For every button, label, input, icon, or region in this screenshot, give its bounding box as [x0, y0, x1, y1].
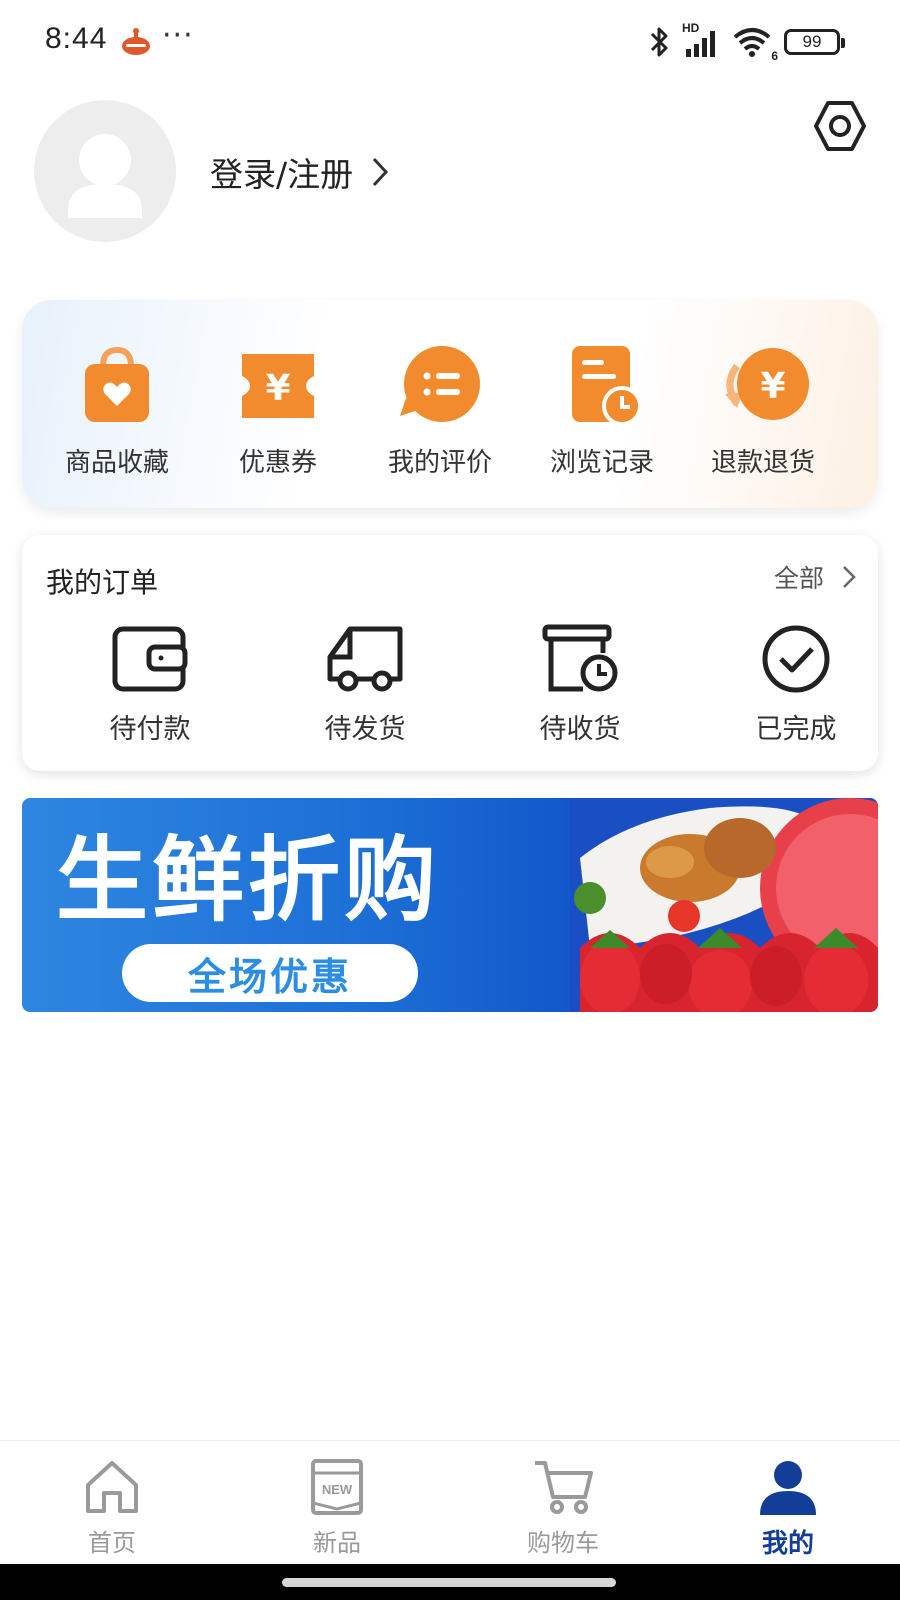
order-status-label: 待发货 — [324, 714, 406, 745]
svg-text:¥: ¥ — [265, 368, 290, 409]
status-more-icon: ··· — [162, 18, 194, 53]
settings-gear-icon[interactable] — [812, 98, 868, 154]
orders-view-all-label: 全部 — [773, 564, 824, 593]
home-icon — [86, 1461, 138, 1513]
order-status-to-ship[interactable]: 待发货 — [275, 623, 455, 746]
cart-icon — [535, 1461, 593, 1514]
battery-icon: 99 — [784, 29, 845, 55]
order-status-completed[interactable]: 已完成 — [706, 623, 886, 746]
banner-cta-button[interactable]: 全场优惠 — [122, 944, 418, 1002]
order-status-pending-payment[interactable]: 待付款 — [60, 623, 240, 746]
quick-action-reviews[interactable]: 我的评价 — [360, 336, 520, 479]
nav-tab-label: 我的 — [761, 1529, 814, 1559]
refund-coin-icon: ¥ — [725, 348, 809, 420]
nav-tab-home[interactable]: 首页 — [37, 1459, 187, 1558]
truck-icon — [327, 626, 403, 692]
order-status-to-receive[interactable]: 待收货 — [490, 623, 670, 746]
quick-action-history[interactable]: 浏览记录 — [522, 336, 682, 479]
quick-action-refunds[interactable]: ¥ 退款退货 — [683, 336, 843, 479]
history-doc-icon — [572, 346, 642, 426]
system-gesture-bar — [0, 1564, 900, 1600]
wifi-badge: 6 — [771, 49, 778, 63]
avatar-placeholder-icon — [68, 134, 142, 218]
quick-action-label: 商品收藏 — [64, 448, 169, 478]
quick-actions-card: 商品收藏 ¥ 优惠券 我的评价 浏览记录 ¥ 退款退货 — [22, 300, 878, 508]
orders-view-all-link[interactable]: 全部 — [774, 559, 856, 595]
promo-banner[interactable]: 生鲜折购 全场优惠 — [22, 798, 878, 1012]
battery-level: 99 — [802, 32, 822, 51]
status-indicators: HD 6 99 — [646, 21, 845, 63]
login-register-link[interactable]: 登录/注册 — [210, 148, 389, 196]
chevron-right-icon — [373, 157, 389, 187]
avatar[interactable] — [34, 100, 176, 242]
nav-tab-mine[interactable]: 我的 — [713, 1459, 863, 1560]
my-orders-card: 我的订单 全部 待付款 待发货 待收货 已完成 — [22, 535, 878, 771]
status-time: 8:44 — [45, 22, 108, 55]
home-gesture-handle[interactable] — [282, 1578, 616, 1587]
quick-action-label: 优惠券 — [238, 448, 317, 478]
login-register-label: 登录/注册 — [210, 155, 354, 194]
order-status-label: 待收货 — [539, 714, 621, 745]
app-notification-icon — [122, 28, 150, 55]
nav-tab-label: 新品 — [313, 1529, 361, 1557]
order-status-label: 待付款 — [109, 714, 191, 745]
quick-action-favorites[interactable]: 商品收藏 — [37, 336, 197, 479]
bluetooth-icon — [650, 27, 668, 57]
svg-text:¥: ¥ — [760, 366, 785, 407]
nav-tab-label: 首页 — [88, 1529, 136, 1557]
nav-tab-new[interactable]: NEW 新品 — [262, 1459, 412, 1558]
review-bubble-icon — [400, 346, 480, 422]
nav-tab-label: 购物车 — [527, 1529, 599, 1557]
new-icon: NEW — [311, 1459, 363, 1515]
orders-title: 我的订单 — [46, 566, 159, 599]
wallet-icon — [112, 626, 188, 692]
wifi-icon: 6 — [732, 25, 778, 63]
order-status-label: 已完成 — [755, 714, 837, 745]
nav-tab-cart[interactable]: 购物车 — [488, 1459, 638, 1558]
fresh-food-photo — [570, 798, 878, 1012]
cellular-signal-icon: HD — [682, 21, 722, 59]
status-bar: 8:44 ··· HD 6 99 — [0, 0, 900, 84]
check-circle-icon — [762, 625, 830, 693]
banner-title: 生鲜折购 — [56, 827, 441, 934]
chevron-right-icon — [843, 566, 856, 588]
new-badge-text: NEW — [322, 1482, 353, 1497]
quick-action-coupons[interactable]: ¥ 优惠券 — [198, 336, 358, 479]
favorites-bag-icon — [85, 346, 149, 422]
user-icon — [760, 1461, 816, 1515]
bottom-nav: 首页 NEW 新品 购物车 我的 — [0, 1440, 900, 1564]
quick-action-label: 浏览记录 — [549, 448, 654, 478]
coupon-ticket-icon: ¥ — [242, 354, 314, 418]
box-clock-icon — [542, 624, 618, 692]
quick-action-label: 退款退货 — [710, 448, 815, 478]
quick-action-label: 我的评价 — [387, 448, 492, 478]
